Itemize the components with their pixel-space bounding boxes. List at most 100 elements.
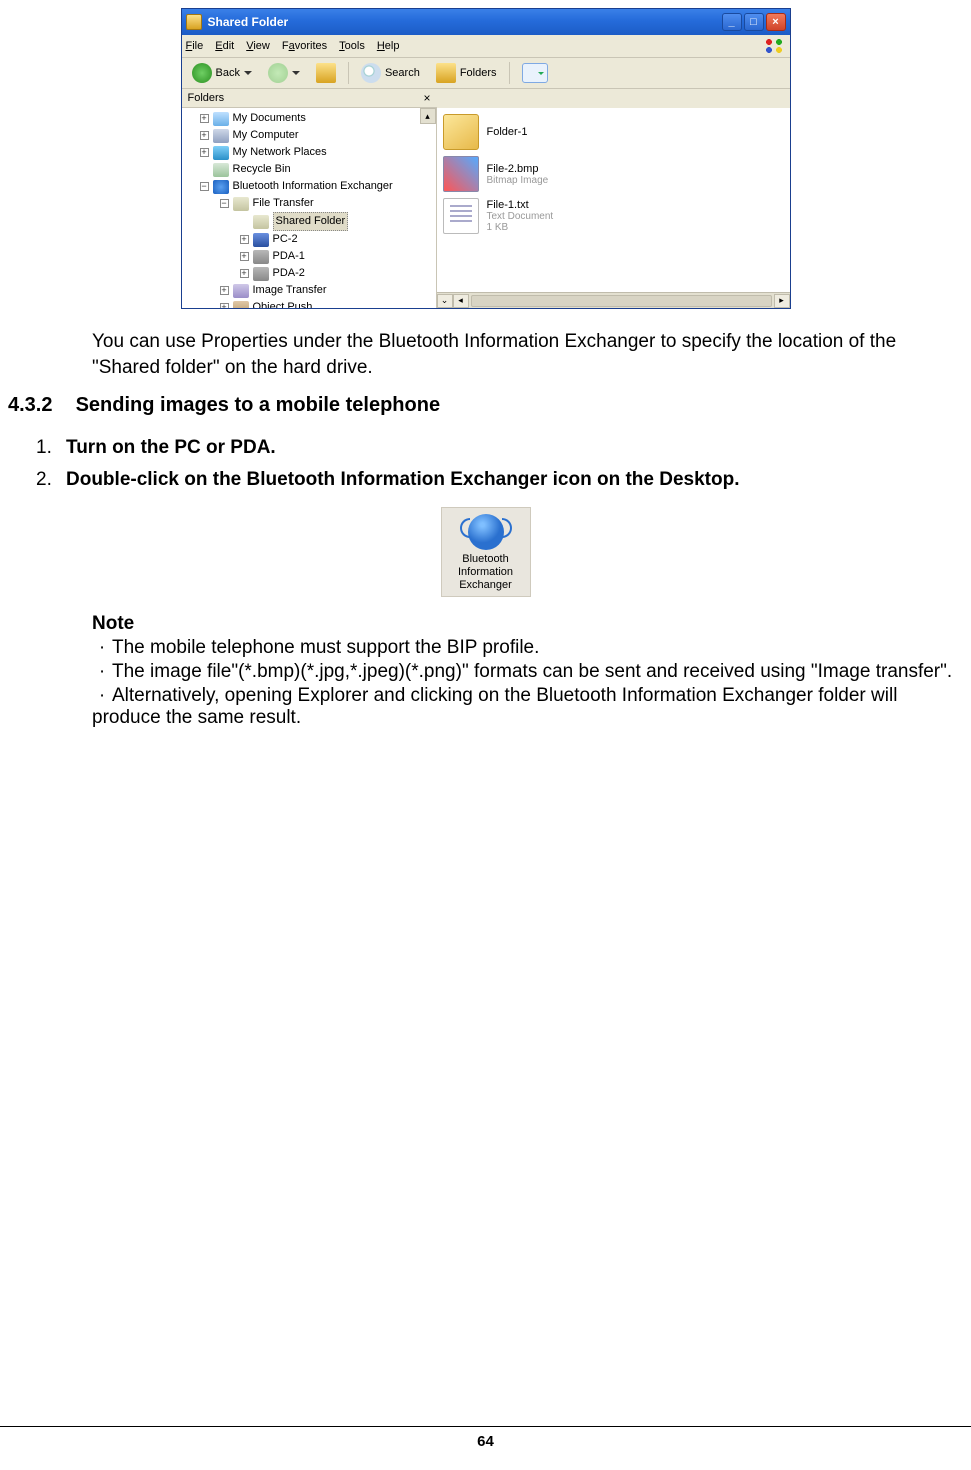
tree-item[interactable]: − File Transfer <box>186 195 436 212</box>
expand-toggle[interactable]: + <box>200 131 209 140</box>
note-text: The image file"(*.bmp)(*.jpg,*.jpeg)(*.p… <box>112 661 952 682</box>
tree-item-label: My Documents <box>233 110 306 127</box>
toolbar: Back Search Folders <box>182 58 790 89</box>
pda-icon <box>253 267 269 281</box>
tree-item-label: Image Transfer <box>253 282 327 299</box>
expand-toggle <box>240 217 249 226</box>
tree-item[interactable]: + My Documents <box>186 110 436 127</box>
menu-file[interactable]: File <box>186 40 204 52</box>
up-button[interactable] <box>312 61 340 85</box>
file-name: File-2.bmp <box>487 163 549 175</box>
tree-item[interactable]: +Object Push <box>186 299 436 308</box>
folders-button[interactable]: Folders <box>432 61 501 85</box>
menu-tools[interactable]: Tools <box>339 40 365 52</box>
scroll-right-button[interactable]: ▸ <box>774 294 790 308</box>
desktop-icon-label: Bluetooth Information Exchanger <box>444 553 528 592</box>
file-meta-text: Text Document <box>487 211 554 222</box>
chevron-down-icon <box>244 71 252 79</box>
section-number: 4.3.2 <box>8 394 70 417</box>
net-icon <box>213 146 229 160</box>
tree-item[interactable]: Recycle Bin <box>186 161 436 178</box>
close-button[interactable]: × <box>766 13 786 31</box>
explorer-window: Shared Folder _ □ × File Edit View Favor… <box>181 8 791 309</box>
forward-icon <box>268 63 288 83</box>
titlebar: Shared Folder _ □ × <box>182 9 790 35</box>
search-button[interactable]: Search <box>357 61 424 85</box>
folder-tree-pane: ▴ + My Documents+My Computer+My Network P… <box>182 108 437 308</box>
scroll-left-button[interactable]: ◂ <box>453 294 469 308</box>
bluetooth-icon <box>468 514 504 550</box>
folders-pane-header: Folders × <box>182 89 437 108</box>
tree-item[interactable]: Shared Folder <box>186 212 436 231</box>
views-button[interactable] <box>518 61 552 85</box>
maximize-button[interactable]: □ <box>744 13 764 31</box>
expand-toggle <box>200 165 209 174</box>
menu-edit[interactable]: Edit <box>215 40 234 52</box>
search-icon <box>361 63 381 83</box>
windows-flag-icon <box>764 37 786 55</box>
bluetooth-desktop-icon[interactable]: Bluetooth Information Exchanger <box>441 507 531 597</box>
tree-item[interactable]: +PDA-1 <box>186 248 436 265</box>
step-number: 1. <box>36 437 66 459</box>
ft-icon <box>233 197 249 211</box>
note-item: ·The mobile telephone must support the B… <box>92 637 971 659</box>
file-meta-text: Bitmap Image <box>487 175 549 186</box>
expand-toggle[interactable]: + <box>200 114 209 123</box>
img-icon <box>233 284 249 298</box>
close-pane-button[interactable]: × <box>423 91 430 105</box>
tree-item-label: File Transfer <box>253 195 314 212</box>
horizontal-scrollbar[interactable]: ⌄ ◂ ▸ <box>437 292 790 308</box>
scroll-thumb[interactable] <box>471 295 772 307</box>
intro-paragraph: You can use Properties under the Bluetoo… <box>0 329 971 380</box>
step-text: Turn on the PC or PDA. <box>66 437 276 459</box>
page-number: 64 <box>0 1426 971 1450</box>
expand-toggle[interactable]: + <box>240 269 249 278</box>
step-text: Double-click on the Bluetooth Informatio… <box>66 469 740 491</box>
note-text: The mobile telephone must support the BI… <box>112 637 539 658</box>
expand-toggle[interactable]: − <box>220 199 229 208</box>
expand-toggle[interactable]: + <box>240 252 249 261</box>
expand-toggle[interactable]: + <box>220 286 229 295</box>
comp-icon <box>213 129 229 143</box>
scroll-button[interactable]: ⌄ <box>437 294 453 308</box>
step-item: 2. Double-click on the Bluetooth Informa… <box>36 469 971 491</box>
file-name: File-1.txt <box>487 199 554 211</box>
push-icon <box>233 301 249 309</box>
chevron-down-icon <box>292 71 300 79</box>
expand-toggle[interactable]: + <box>200 148 209 157</box>
menu-favorites[interactable]: Favorites <box>282 40 327 52</box>
ft-icon <box>253 215 269 229</box>
note-item: ·Alternatively, opening Explorer and cli… <box>92 685 971 729</box>
forward-button[interactable] <box>264 61 304 85</box>
back-button[interactable]: Back <box>188 61 256 85</box>
tree-item[interactable]: +My Network Places <box>186 144 436 161</box>
file-item[interactable]: Folder-1 <box>443 114 784 150</box>
scroll-up-button[interactable]: ▴ <box>420 108 436 124</box>
tree-item[interactable]: + Image Transfer <box>186 282 436 299</box>
minimize-button[interactable]: _ <box>722 13 742 31</box>
expand-toggle[interactable]: + <box>240 235 249 244</box>
tree-item[interactable]: +PC-2 <box>186 231 436 248</box>
views-icon <box>522 63 548 83</box>
tree-item-label: PDA-2 <box>273 265 305 282</box>
step-item: 1. Turn on the PC or PDA. <box>36 437 971 459</box>
tree-item-label: Shared Folder <box>273 212 349 231</box>
tree-item[interactable]: −Bluetooth Information Exchanger <box>186 178 436 195</box>
file-item[interactable]: File-2.bmpBitmap Image <box>443 156 784 192</box>
txt-icon <box>443 198 479 234</box>
folder-icon <box>186 14 202 30</box>
expand-toggle[interactable]: − <box>200 182 209 191</box>
folders-label: Folders <box>460 67 497 79</box>
menu-view[interactable]: View <box>246 40 270 52</box>
file-name: Folder-1 <box>487 126 528 138</box>
tree-item[interactable]: +My Computer <box>186 127 436 144</box>
back-label: Back <box>216 67 240 79</box>
menu-help[interactable]: Help <box>377 40 400 52</box>
file-item[interactable]: File-1.txtText Document1 KB <box>443 198 784 234</box>
menubar: File Edit View Favorites Tools Help <box>182 35 790 58</box>
expand-toggle[interactable]: + <box>220 303 229 308</box>
folders-icon <box>436 63 456 83</box>
section-title: Sending images to a mobile telephone <box>76 394 441 416</box>
tree-item[interactable]: + PDA-2 <box>186 265 436 282</box>
search-label: Search <box>385 67 420 79</box>
